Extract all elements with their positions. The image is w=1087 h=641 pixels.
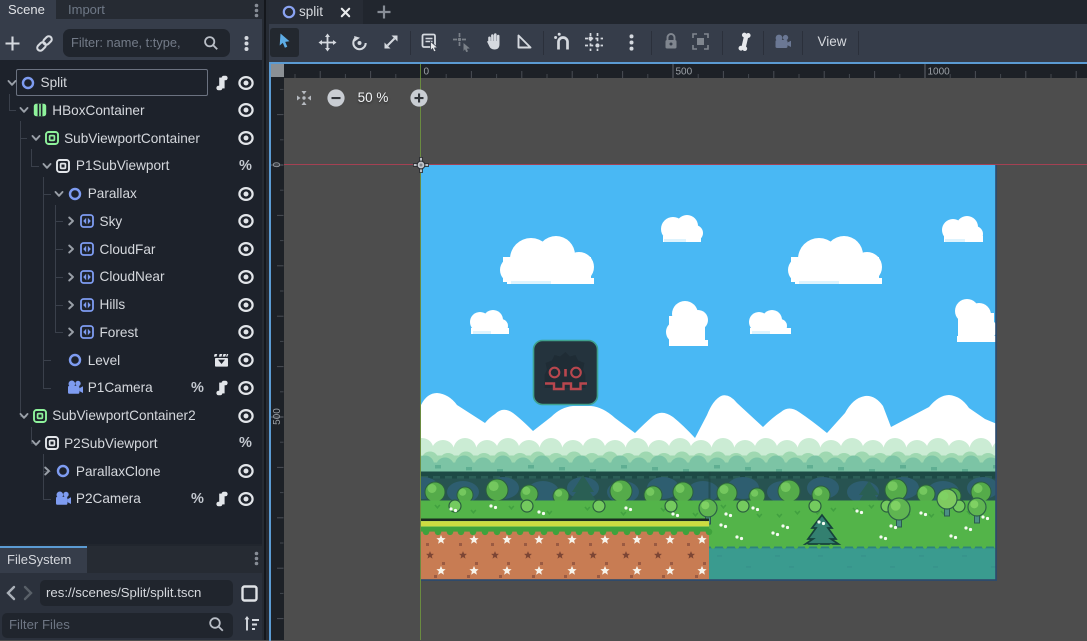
svg-text:500: 500 bbox=[272, 407, 283, 424]
svg-text:0: 0 bbox=[423, 66, 429, 77]
svg-text:1000: 1000 bbox=[927, 66, 950, 77]
svg-text:500: 500 bbox=[675, 66, 692, 77]
svg-text:0: 0 bbox=[272, 161, 283, 167]
